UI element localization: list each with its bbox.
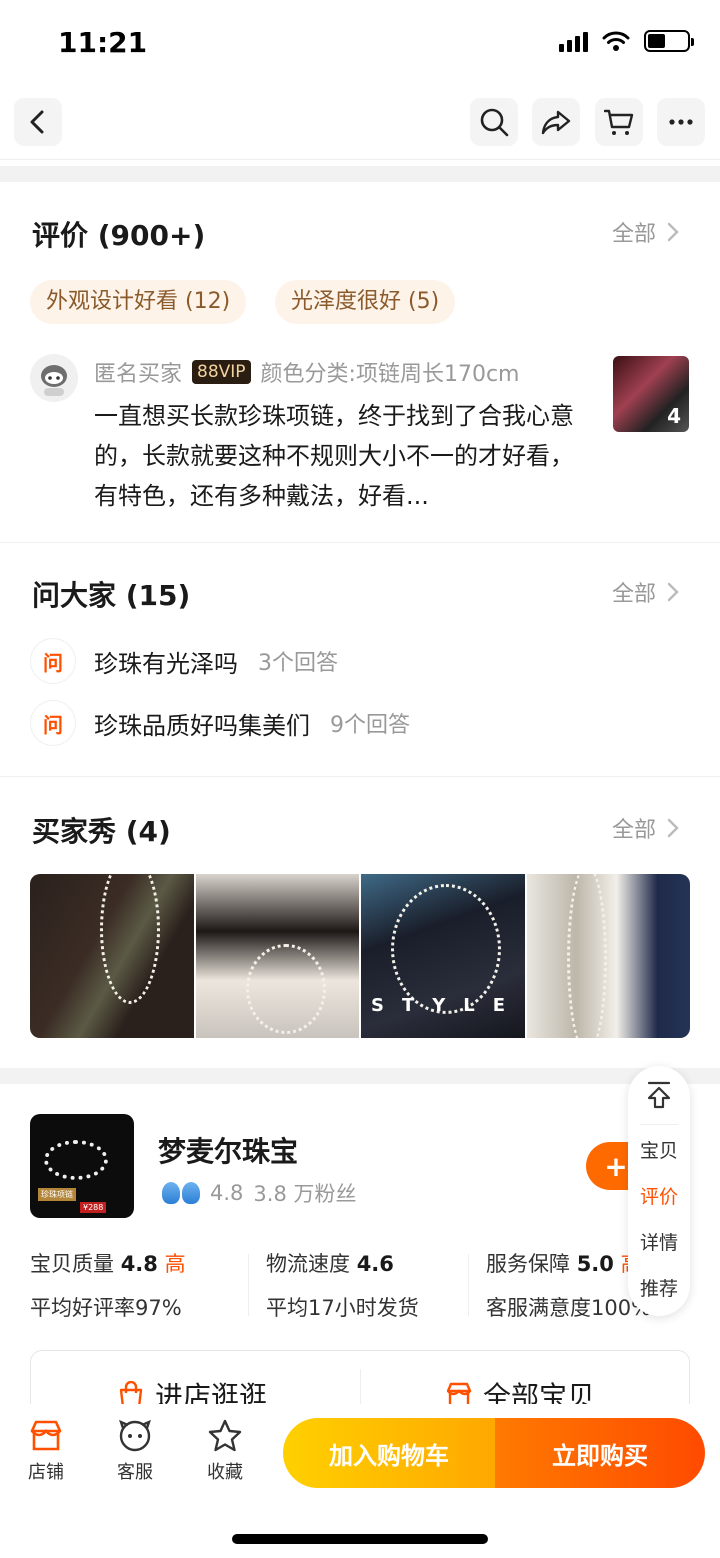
buyer-show-more-link[interactable]: 全部 (612, 812, 680, 844)
chevron-right-icon (667, 818, 679, 838)
chat-face-icon (119, 1419, 151, 1452)
cellular-signal-icon (559, 30, 588, 52)
qa-title: 问大家 (15) (32, 579, 191, 612)
vip-badge: 88VIP (192, 360, 251, 384)
anchor-details[interactable]: 详情 (628, 1228, 690, 1255)
tab-favorite-label: 收藏 (207, 1462, 243, 1483)
buyer-photo[interactable] (526, 874, 690, 1038)
qa-question: 珍珠品质好吗集美们 (94, 711, 310, 740)
shop-rating: 4.8 (210, 1181, 244, 1205)
status-icons (559, 30, 694, 52)
chevron-right-icon (667, 582, 679, 602)
qa-question: 珍珠有光泽吗 (94, 649, 238, 678)
shop-logo-price: ¥288 (80, 1202, 107, 1213)
review-tag-design[interactable]: 外观设计好看 (12) (30, 280, 247, 324)
store-icon (30, 1420, 62, 1451)
qa-more-label: 全部 (611, 582, 656, 607)
tab-customer-service[interactable]: 客服 (105, 1418, 165, 1484)
qa-more-link[interactable]: 全部 (612, 576, 680, 608)
photo-overlay-text: STYLE (371, 995, 524, 1016)
review-image-count: 4 (667, 404, 681, 428)
qa-item[interactable]: 问 珍珠有光泽吗 3个回答 (30, 638, 338, 684)
buyer-photo[interactable]: STYLE (361, 874, 525, 1038)
buyer-photo[interactable] (195, 874, 359, 1038)
buyer-show-more-label: 全部 (611, 818, 656, 843)
review-text[interactable]: 一直想买长款珍珠项链，终于找到了合我心意的，长款就要这种不规则大小不一的才好看，… (94, 396, 584, 516)
shop-stats: 4.8 3.8 万粉丝 (162, 1178, 356, 1208)
tab-shop-label: 店铺 (28, 1462, 64, 1483)
tab-service-label: 客服 (117, 1462, 153, 1483)
reviews-title: 评价 (900+) (32, 219, 206, 252)
tab-shop[interactable]: 店铺 (16, 1418, 76, 1484)
avatar (30, 354, 78, 402)
shop-logo[interactable]: 珍珠项链 ¥288 (30, 1114, 134, 1218)
score-quality: 宝贝质量 4.8 高 平均好评率97% (30, 1252, 186, 1320)
anchor-reviews[interactable]: 评价 (628, 1182, 690, 1209)
buy-now-button[interactable]: 立即购买 (495, 1418, 705, 1488)
buyer-photo[interactable] (30, 874, 194, 1038)
back-to-top-icon[interactable] (644, 1080, 674, 1110)
anchor-recommend[interactable]: 推荐 (628, 1274, 690, 1301)
more-icon (669, 119, 693, 125)
shop-name[interactable]: 梦麦尔珠宝 (158, 1130, 298, 1170)
crown-level-icon (162, 1182, 200, 1204)
divider (0, 776, 720, 777)
buyer-photos: STYLE (30, 874, 690, 1038)
score-logistics: 物流速度 4.6 平均17小时发货 (266, 1252, 419, 1320)
score-service: 服务保障 5.0 高 客服满意度100% (486, 1252, 652, 1320)
search-button[interactable] (470, 98, 518, 146)
reviewer-name: 匿名买家 (94, 362, 183, 387)
chevron-right-icon (667, 222, 679, 242)
shop-logo-badge: 珍珠项链 (38, 1188, 76, 1201)
star-icon (208, 1419, 242, 1452)
cart-icon (604, 109, 634, 135)
section-anchor-nav: 宝贝 评价 详情 推荐 (628, 1066, 690, 1316)
add-to-cart-button[interactable]: 加入购物车 (283, 1418, 495, 1488)
wifi-icon (602, 31, 630, 51)
share-button[interactable] (532, 98, 580, 146)
more-button[interactable] (657, 98, 705, 146)
status-bar: 11:21 (0, 0, 720, 88)
status-time: 11:21 (58, 26, 148, 59)
share-icon (541, 110, 571, 135)
chevron-left-icon (30, 110, 44, 134)
buyer-show-title: 买家秀 (4) (32, 815, 171, 848)
review-image[interactable]: 4 (613, 356, 689, 432)
qa-item[interactable]: 问 珍珠品质好吗集美们 9个回答 (30, 700, 410, 746)
shop-scores: 宝贝质量 4.8 高 平均好评率97% 物流速度 4.6 平均17小时发货 服务… (30, 1248, 720, 1320)
reviews-more-label: 全部 (611, 222, 656, 247)
top-nav-bar (0, 88, 720, 160)
question-icon: 问 (30, 638, 76, 684)
qa-answer-count: 9个回答 (330, 713, 410, 738)
shop-fans: 3.8 万粉丝 (253, 1182, 357, 1206)
section-gap (0, 166, 720, 182)
anonymous-avatar-icon (30, 354, 78, 402)
back-button[interactable] (14, 98, 62, 146)
divider (0, 542, 720, 543)
home-indicator (232, 1534, 488, 1544)
review-sku: 颜色分类:项链周长170cm (260, 362, 520, 387)
search-icon (480, 108, 509, 137)
review-tag-luster[interactable]: 光泽度很好 (5) (275, 280, 456, 324)
qa-answer-count: 3个回答 (258, 651, 338, 676)
cart-button[interactable] (595, 98, 643, 146)
question-icon: 问 (30, 700, 76, 746)
score-divider (468, 1254, 469, 1316)
anchor-item[interactable]: 宝贝 (628, 1136, 690, 1163)
score-divider (248, 1254, 249, 1316)
section-gap (0, 1068, 720, 1084)
battery-icon (644, 30, 694, 52)
reviews-more-link[interactable]: 全部 (612, 216, 680, 248)
tab-favorite[interactable]: 收藏 (195, 1418, 255, 1484)
review-meta: 匿名买家 88VIP 颜色分类:项链周长170cm (94, 356, 519, 388)
